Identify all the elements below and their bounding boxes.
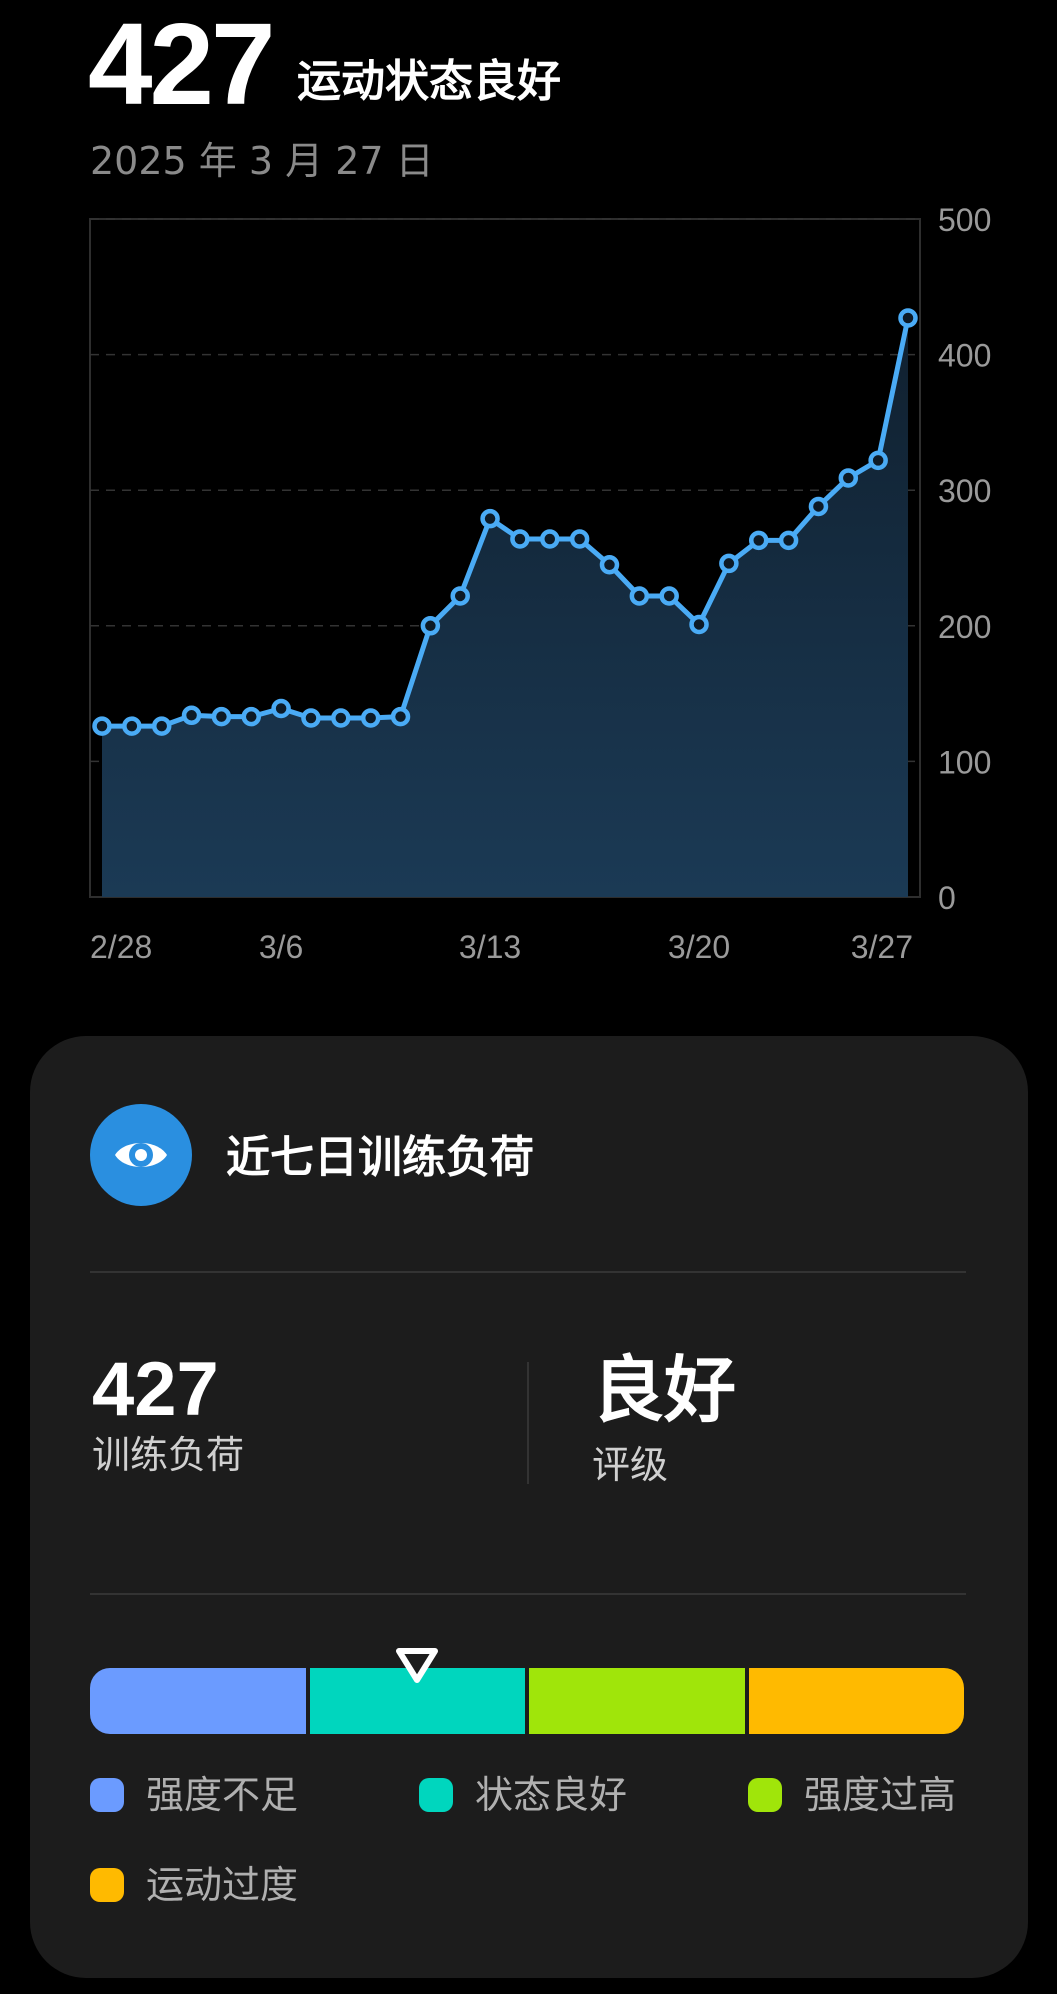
data-point: [301, 708, 321, 728]
data-point: [719, 553, 739, 574]
header-load-value: 427: [88, 0, 276, 129]
data-point: [420, 616, 441, 636]
legend-swatch: [419, 1778, 453, 1812]
eye-icon: [90, 1104, 192, 1206]
data-point: [748, 530, 769, 551]
legend-label: 状态良好: [475, 1773, 628, 1817]
data-point: [211, 706, 232, 727]
data-point: [360, 708, 381, 728]
x-tick-label: 3/27: [851, 929, 913, 965]
divider: [90, 1271, 966, 1273]
data-point: [868, 450, 888, 471]
training-load-label: 训练负荷: [92, 1433, 245, 1477]
y-tick-label: 200: [938, 609, 991, 645]
legend-swatch: [748, 1778, 782, 1812]
header-status-text: 运动状态良好: [297, 56, 561, 107]
data-point: [629, 586, 650, 606]
y-tick-label: 100: [938, 744, 991, 780]
data-point: [450, 586, 470, 606]
training-load-value: 427: [92, 1347, 219, 1432]
data-point: [540, 529, 560, 549]
legend-item-good: 状态良好: [419, 1776, 627, 1814]
header-date: 2025 年 3 月 27 日: [90, 139, 434, 183]
data-point: [808, 496, 829, 517]
legend-swatch: [90, 1868, 124, 1902]
data-point: [599, 555, 620, 575]
data-point: [659, 586, 679, 606]
zone-segment: [744, 1668, 964, 1734]
data-point: [122, 716, 142, 736]
series-area: [102, 317, 908, 897]
legend-label: 强度过高: [804, 1773, 957, 1817]
grade-value: 良好: [592, 1348, 737, 1432]
training-load-chart: 0 100 200 300 400 500 2/28 3/6 3/13 3/20 3/27: [89, 202, 991, 965]
data-point: [480, 508, 500, 529]
weekly-load-card: 近七日训练负荷 427 训练负荷 良好 评级 强度不足 状态良好 强度过高 运动…: [30, 1036, 1028, 1978]
card-title: 近七日训练负荷: [226, 1132, 534, 1183]
divider: [90, 1593, 966, 1595]
data-point: [151, 716, 172, 736]
x-tick-label: 3/6: [259, 929, 303, 965]
data-point: [331, 708, 351, 728]
y-tick-label: 0: [938, 880, 956, 916]
x-tick-label: 2/28: [90, 929, 152, 965]
data-point: [778, 530, 799, 551]
y-tick-label: 400: [938, 338, 991, 374]
legend-label: 运动过度: [146, 1863, 299, 1907]
data-point: [838, 468, 859, 488]
data-point: [92, 716, 112, 736]
zone-marker-icon: [395, 1646, 439, 1686]
zone-segment: [90, 1668, 306, 1734]
load-zone-bar: [90, 1668, 964, 1734]
data-point: [181, 705, 202, 726]
legend-swatch: [90, 1778, 124, 1812]
zone-segment: [525, 1668, 745, 1734]
y-tick-label: 300: [938, 473, 991, 509]
data-point: [898, 308, 918, 328]
data-point: [271, 698, 291, 719]
data-point: [689, 614, 709, 635]
legend-item-high: 强度过高: [748, 1776, 956, 1814]
data-point: [510, 529, 530, 549]
x-tick-label: 3/13: [459, 929, 521, 965]
x-tick-label: 3/20: [668, 929, 730, 965]
stat-separator: [527, 1362, 529, 1484]
data-point: [390, 706, 411, 727]
legend-label: 强度不足: [146, 1773, 299, 1817]
y-tick-label: 500: [938, 202, 991, 238]
data-point: [569, 529, 590, 549]
grade-label: 评级: [592, 1443, 669, 1487]
data-point: [241, 706, 262, 727]
legend-item-insufficient: 强度不足: [90, 1776, 298, 1814]
legend-item-overtraining: 运动过度: [90, 1866, 298, 1904]
